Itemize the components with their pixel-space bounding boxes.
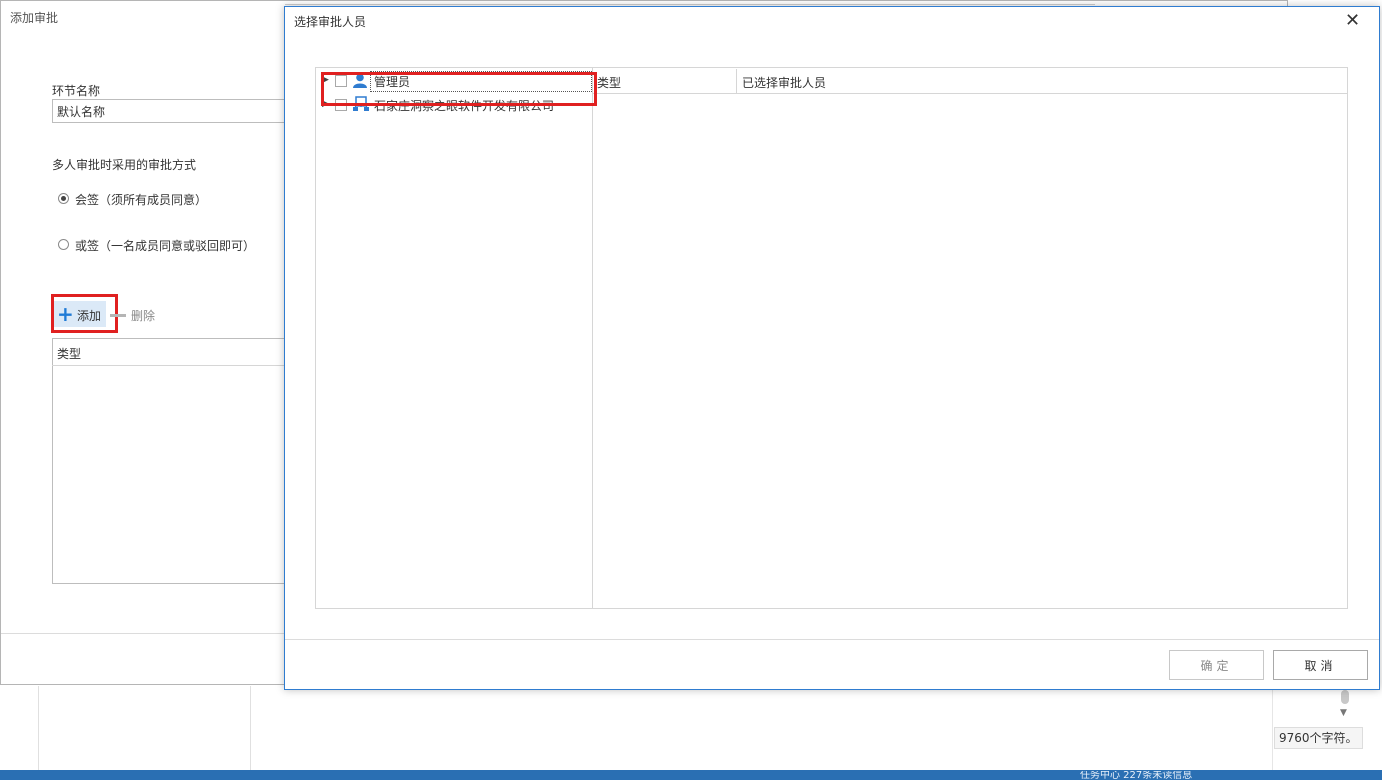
cancel-button[interactable]: 取消 [1273,650,1368,680]
select-approvers-dialog-title: 选择审批人员 [294,15,367,29]
approver-type-grid [52,338,292,584]
grid-header-divider [52,365,286,366]
scroll-down-icon[interactable]: ▼ [1340,708,1347,718]
step-name-input[interactable] [52,99,292,123]
panel-divider [592,68,593,608]
background-divider [38,686,39,770]
countersign-radio[interactable] [58,193,69,204]
minus-icon[interactable] [110,314,126,317]
delete-button[interactable]: 删除 [131,307,155,324]
dialog-footer-divider [1,633,286,634]
scrollbar-thumb[interactable] [1341,690,1349,704]
highlight-annotation [321,72,597,106]
grid-column-selected-approvers[interactable]: 已选择审批人员 [742,74,826,91]
approval-mode-label: 多人审批时采用的审批方式 [52,158,197,172]
or-sign-option-label[interactable]: 或签（一名成员同意或驳回即可） [75,237,255,254]
background-divider [250,686,251,770]
dialog-footer-divider [285,639,1379,640]
grid-column-type: 类型 [57,347,82,361]
step-name-label: 环节名称 [52,84,101,98]
add-approval-dialog-title: 添加审批 [10,11,59,25]
selection-panel [315,67,1348,609]
countersign-option-label[interactable]: 会签（须所有成员同意） [75,191,207,208]
close-icon[interactable]: ✕ [1345,12,1360,30]
character-count: 9760个字符。 [1274,727,1363,749]
ok-button[interactable]: 确定 [1169,650,1264,680]
highlight-annotation [51,294,118,333]
dialog-border [285,4,1095,5]
grid-column-type[interactable]: 类型 [597,74,621,91]
column-separator [736,69,737,93]
status-bar-text: 任务中心 227条未读信息 [1080,771,1193,780]
or-sign-radio[interactable] [58,239,69,250]
grid-header-divider [593,93,1347,94]
